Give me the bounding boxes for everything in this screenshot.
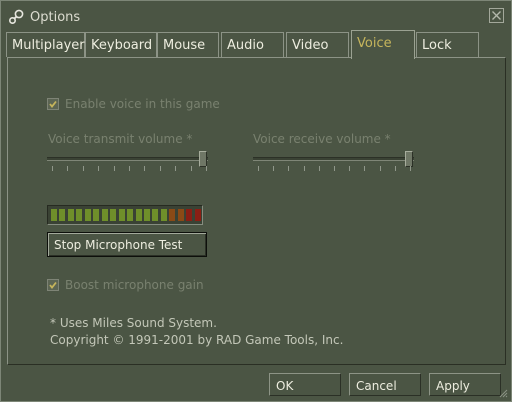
tab-multiplayer[interactable]: Multiplayer: [6, 32, 85, 57]
close-icon[interactable]: [489, 8, 504, 23]
tab-lock[interactable]: Lock: [416, 32, 479, 57]
slider-tick: [258, 166, 259, 171]
boost-gain-label: Boost microphone gain: [65, 278, 204, 292]
tab-voice[interactable]: Voice: [351, 30, 415, 59]
tab-label: Keyboard: [91, 38, 153, 53]
slider-tick: [379, 166, 381, 171]
slider-tick: [206, 166, 207, 171]
slider-tick: [288, 166, 290, 171]
slider-tick: [52, 166, 53, 171]
slider-tick: [303, 166, 305, 171]
tab-keyboard[interactable]: Keyboard: [85, 32, 157, 57]
meter-segment: [110, 209, 117, 221]
receive-volume-thumb[interactable]: [405, 151, 413, 167]
receive-volume-label: Voice receive volume *: [253, 132, 391, 146]
boost-gain-checkbox[interactable]: [47, 279, 59, 291]
checkmark-icon: [49, 100, 57, 108]
slider-tick: [175, 166, 177, 171]
steam-logo-icon: [8, 9, 24, 25]
slider-tick: [410, 166, 411, 171]
slider-tick: [98, 166, 100, 171]
slider-tick: [190, 166, 192, 171]
tab-mouse[interactable]: Mouse: [157, 32, 219, 57]
copyright-text: Copyright © 1991-2001 by RAD Game Tools,…: [50, 333, 344, 347]
meter-segment: [169, 209, 176, 221]
slider-tick: [364, 166, 366, 171]
meter-segment: [93, 209, 100, 221]
transmit-volume-thumb[interactable]: [199, 151, 207, 167]
slider-tick: [82, 166, 84, 171]
meter-segment: [194, 209, 201, 221]
receive-volume-slider[interactable]: [253, 157, 414, 161]
meter-segment: [101, 209, 108, 221]
button-label: OK: [276, 379, 294, 393]
meter-segment: [177, 209, 184, 221]
tab-label: Audio: [227, 38, 264, 53]
tab-video[interactable]: Video: [286, 32, 349, 57]
slider-tick: [67, 166, 69, 171]
meter-segment: [127, 209, 134, 221]
apply-button[interactable]: Apply: [429, 373, 501, 396]
checkmark-icon: [49, 281, 57, 289]
button-label: Apply: [436, 379, 470, 393]
title-bar[interactable]: Options: [1, 1, 511, 31]
cancel-button[interactable]: Cancel: [349, 373, 421, 396]
meter-segment: [84, 209, 91, 221]
ok-button[interactable]: OK: [269, 373, 341, 396]
slider-tick: [349, 166, 351, 171]
meter-segment: [76, 209, 83, 221]
transmit-volume-label: Voice transmit volume *: [48, 132, 193, 146]
resize-grip-icon[interactable]: [498, 388, 508, 398]
slider-tick: [318, 166, 320, 171]
button-label: Stop Microphone Test: [54, 238, 183, 252]
meter-segment: [118, 209, 125, 221]
meter-segment: [143, 209, 150, 221]
meter-segment: [135, 209, 142, 221]
meter-segment: [186, 209, 193, 221]
slider-tick: [144, 166, 146, 171]
microphone-level-meter: [47, 205, 203, 225]
meter-segment: [152, 209, 159, 221]
miles-footnote: * Uses Miles Sound System.: [50, 316, 217, 330]
options-window: Options Multiplayer Keyboard Mouse Audio…: [0, 0, 512, 402]
window-title: Options: [30, 10, 81, 25]
enable-voice-label: Enable voice in this game: [65, 97, 220, 111]
button-label: Cancel: [356, 379, 397, 393]
tab-label: Voice: [357, 36, 392, 51]
slider-tick: [159, 166, 161, 171]
meter-segment: [59, 209, 66, 221]
slider-tick: [113, 166, 115, 171]
tab-label: Multiplayer: [12, 38, 85, 53]
enable-voice-checkbox[interactable]: [47, 98, 59, 110]
meter-segment: [160, 209, 167, 221]
stop-microphone-test-button[interactable]: Stop Microphone Test: [47, 232, 207, 257]
slider-tick: [334, 166, 335, 171]
slider-tick: [129, 166, 130, 171]
tab-audio[interactable]: Audio: [221, 32, 284, 57]
tab-label: Mouse: [163, 38, 206, 53]
meter-segment: [67, 209, 74, 221]
tab-label: Video: [292, 38, 329, 53]
meter-segment: [51, 209, 57, 221]
slider-tick: [394, 166, 396, 171]
slider-tick: [273, 166, 275, 171]
tab-label: Lock: [422, 38, 452, 53]
transmit-volume-slider[interactable]: [47, 157, 208, 161]
